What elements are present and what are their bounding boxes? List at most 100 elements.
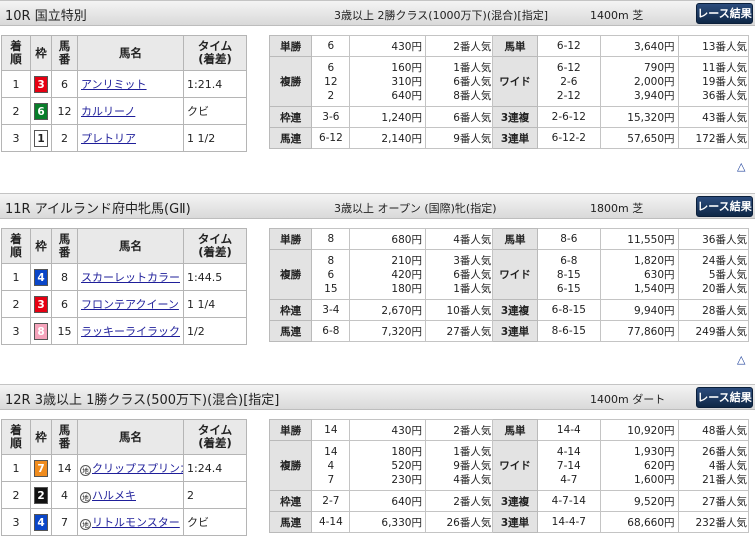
scroll-top-icon[interactable]: △	[737, 160, 745, 173]
race-section-12: 12R 3歳以上 1勝クラス(500万下)(混合)[指定] 1400m ダート レー…	[0, 384, 755, 536]
finish-position: 3	[1, 124, 31, 152]
horse-name-cell: 地リトルモンスター	[77, 508, 184, 536]
horse-name-link[interactable]: ハルメキ	[92, 489, 136, 502]
race-header: 12R 3歳以上 1勝クラス(500万下)(混合)[指定] 1400m ダート レー…	[0, 384, 755, 410]
horse-name-cell: 地クリップスプリンガ	[77, 454, 184, 482]
race-header: 11R アイルランド府中牝馬(GⅡ) 3歳以上 オープン (国際)牝(指定) 180…	[0, 193, 755, 219]
table-row: 1 3 6 アンリミット 1:21.4	[1, 70, 247, 98]
bet-numbers: 14-4	[536, 419, 602, 441]
finish-position: 1	[1, 454, 31, 482]
race-result-button[interactable]: レース結果	[696, 387, 753, 408]
waku-cell: 3	[30, 290, 52, 318]
bet-type-label: 複勝	[268, 440, 313, 491]
column-header: 枠	[30, 228, 52, 264]
bet-type-label: 馬単	[492, 419, 538, 441]
payout-table: 単勝 14 430円 2番人気 馬単 14-4 10,920円 48番人気 複勝 14 4 7 18…	[268, 419, 750, 533]
finish-time: クビ	[183, 508, 247, 536]
horse-number: 4	[51, 481, 78, 509]
payout-row: 単勝 8 680円 4番人気 馬単 8-6 11,550円 36番人気	[268, 228, 750, 250]
bet-type-label: 3連複	[492, 106, 538, 128]
race-result-button[interactable]: レース結果	[696, 196, 753, 217]
bet-type-label: 馬単	[492, 35, 538, 57]
horse-name-link[interactable]: フロンテアクイーン	[81, 298, 179, 311]
column-header: タイム (着差)	[183, 419, 247, 455]
result-header-row: 着 順枠馬 番馬名 タイム (着差)	[1, 228, 247, 264]
popularity: 2番人気	[424, 35, 494, 57]
popularity: 2番人気	[424, 490, 494, 512]
payout-yen: 1,240円	[349, 106, 426, 128]
table-row: 3 8 15 ラッキーライラック 1/2	[1, 317, 247, 345]
table-row: 2 2 4 地ハルメキ 2	[1, 481, 247, 509]
bet-numbers: 6-8 8-15 6-15	[536, 249, 602, 300]
race-result-button[interactable]: レース結果	[696, 3, 753, 24]
horse-number: 6	[51, 70, 78, 98]
waku-badge: 4	[34, 513, 48, 531]
race-section-10: 10R 国立特別 3歳以上 2勝クラス(1000万下)(混合)[指定] 1400m …	[0, 0, 755, 173]
bet-type-label: ワイド	[492, 440, 538, 491]
bet-numbers: 6-8	[311, 320, 351, 342]
bet-numbers: 8 6 15	[311, 249, 351, 300]
horse-number: 7	[51, 508, 78, 536]
payout-row: 複勝 14 4 7 180円 520円 230円 1番人気 9番人気 4番人気 ワイド 4…	[268, 440, 750, 491]
race-distance: 1400m 芝	[590, 9, 644, 22]
popularity: 26番人気	[424, 511, 494, 533]
payout-row: 単勝 14 430円 2番人気 馬単 14-4 10,920円 48番人気	[268, 419, 750, 441]
horse-name-link[interactable]: プレトリア	[81, 132, 136, 145]
payout-yen: 68,660円	[600, 511, 679, 533]
payout-row: 複勝 8 6 15 210円 420円 180円 3番人気 6番人気 1番人気 ワイド 6…	[268, 249, 750, 300]
race-header: 10R 国立特別 3歳以上 2勝クラス(1000万下)(混合)[指定] 1400m …	[0, 0, 755, 26]
bet-type-label: 複勝	[268, 56, 313, 107]
popularity: 27番人気	[677, 490, 750, 512]
payout-table: 単勝 6 430円 2番人気 馬単 6-12 3,640円 13番人気 複勝 6 12 2 160円…	[268, 35, 750, 149]
finish-time: 1:24.4	[183, 454, 247, 482]
popularity: 6番人気	[424, 106, 494, 128]
result-header-row: 着 順枠馬 番馬名 タイム (着差)	[1, 419, 247, 455]
payout-yen: 430円	[349, 35, 426, 57]
popularity: 10番人気	[424, 299, 494, 321]
scroll-top-icon[interactable]: △	[737, 353, 745, 366]
popularity: 9番人気	[424, 127, 494, 149]
bet-type-label: 枠連	[268, 106, 313, 128]
bet-type-label: 複勝	[268, 249, 313, 300]
payout-yen: 9,940円	[600, 299, 679, 321]
race-conditions: 3歳以上 オープン (国際)牝(指定)	[334, 202, 497, 215]
payout-yen: 6,330円	[349, 511, 426, 533]
horse-name-link[interactable]: カルリーノ	[81, 105, 135, 118]
waku-cell: 3	[30, 70, 52, 98]
result-table: 着 順枠馬 番馬名 タイム (着差) 1 7 14 地クリップスプリンガ 1:24.4 2 2 4…	[1, 419, 247, 536]
waku-badge: 6	[34, 102, 48, 120]
bet-type-label: 馬連	[268, 127, 313, 149]
race-distance: 1400m ダート	[590, 393, 666, 406]
horse-number: 12	[51, 97, 78, 125]
finish-time: 1/2	[183, 317, 247, 345]
horse-name-link[interactable]: アンリミット	[81, 78, 147, 91]
payout-row: 馬連 4-14 6,330円 26番人気 3連単 14-4-7 68,660円 232番人気	[268, 511, 750, 533]
finish-position: 2	[1, 290, 31, 318]
race-conditions: 3歳以上 2勝クラス(1000万下)(混合)[指定]	[334, 9, 549, 22]
waku-cell: 6	[30, 97, 52, 125]
horse-name-cell: フロンテアクイーン	[77, 290, 184, 318]
bet-type-label: 枠連	[268, 490, 313, 512]
payout-yen: 1,930円 620円 1,600円	[600, 440, 679, 491]
bet-numbers: 6-12 2-6 2-12	[536, 56, 602, 107]
popularity: 1番人気 9番人気 4番人気	[424, 440, 494, 491]
popularity: 43番人気	[677, 106, 750, 128]
popularity: 11番人気 19番人気 36番人気	[677, 56, 750, 107]
horse-name-cell: スカーレットカラー	[77, 263, 184, 291]
bet-type-label: 枠連	[268, 299, 313, 321]
popularity: 3番人気 6番人気 1番人気	[424, 249, 494, 300]
payout-yen: 680円	[349, 228, 426, 250]
horse-name-link[interactable]: クリップスプリンガ	[92, 462, 183, 475]
popularity: 2番人気	[424, 419, 494, 441]
bet-numbers: 6-12	[536, 35, 602, 57]
race-title: 12R 3歳以上 1勝クラス(500万下)(混合)[指定]	[5, 393, 280, 408]
bet-numbers: 4-14	[311, 511, 351, 533]
payout-yen: 9,520円	[600, 490, 679, 512]
result-table: 着 順枠馬 番馬名 タイム (着差) 1 4 8 スカーレットカラー 1:44.5 2 3 6 フロ…	[1, 228, 247, 345]
horse-name-link[interactable]: リトルモンスター	[92, 516, 180, 529]
payout-yen: 2,670円	[349, 299, 426, 321]
horse-name-link[interactable]: ラッキーライラック	[81, 325, 180, 338]
horse-name-cell: ラッキーライラック	[77, 317, 184, 345]
horse-name-link[interactable]: スカーレットカラー	[81, 271, 180, 284]
bet-type-label: 3連単	[492, 127, 538, 149]
